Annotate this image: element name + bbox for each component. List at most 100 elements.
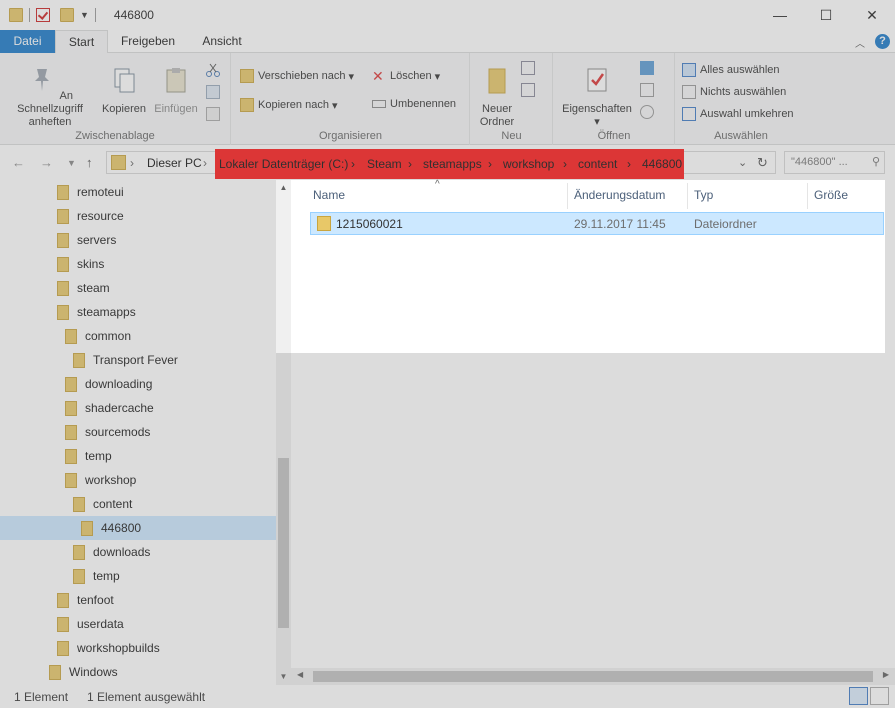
invert-selection-button[interactable]: Auswahl umkehren — [682, 107, 794, 121]
sort-arrow-icon: ^ — [435, 179, 440, 190]
copy-path-icon[interactable] — [206, 85, 220, 99]
column-size[interactable]: Größe — [814, 188, 848, 202]
tree-item[interactable]: Windows — [49, 660, 118, 684]
hscroll-thumb[interactable] — [313, 671, 873, 682]
paste-button[interactable]: Einfügen — [150, 65, 202, 116]
tree-item[interactable]: steamapps — [57, 300, 136, 324]
copy-button[interactable]: Kopieren — [98, 65, 150, 116]
crumb-content[interactable]: content — [578, 157, 617, 171]
address-dropdown-icon[interactable]: ⌄ — [738, 156, 747, 169]
forward-arrow-icon[interactable]: → — [40, 155, 53, 170]
tree-item[interactable]: common — [65, 324, 131, 348]
tree-item[interactable]: shadercache — [65, 396, 154, 420]
copy-to-button[interactable]: Kopieren nach ▾ — [240, 98, 338, 112]
minimize-button[interactable]: — — [757, 0, 803, 30]
help-icon[interactable]: ? — [875, 34, 890, 49]
tree-item[interactable]: userdata — [57, 612, 124, 636]
invert-selection-icon — [682, 107, 696, 121]
tree-item-label: remoteui — [77, 185, 124, 199]
crumb-446800[interactable]: 446800 — [642, 157, 682, 171]
refresh-icon[interactable]: ↻ — [757, 155, 768, 171]
edit-icon[interactable] — [640, 83, 654, 97]
tree-item[interactable]: downloads — [73, 540, 150, 564]
tree-item[interactable]: servers — [57, 228, 116, 252]
nav-scrollbar[interactable]: ▲ ▼ — [276, 180, 291, 685]
crumb-workshop[interactable]: workshop — [503, 157, 554, 171]
delete-button[interactable]: ✕ Löschen ▾ — [372, 69, 440, 83]
crumb-steamapps[interactable]: steamapps — [423, 157, 482, 171]
new-folder-quick-icon[interactable] — [60, 8, 74, 22]
paste-shortcut-icon[interactable] — [206, 107, 220, 121]
tree-item-label: temp — [93, 569, 120, 583]
maximize-button[interactable]: ☐ — [803, 0, 849, 30]
close-button[interactable]: ✕ — [849, 0, 895, 30]
scroll-left-icon[interactable]: ◀ — [297, 670, 303, 679]
tab-datei[interactable]: Datei — [0, 30, 55, 53]
folder-icon — [9, 8, 23, 22]
status-bar: 1 Element 1 Element ausgewählt — [0, 685, 895, 708]
tree-item[interactable]: workshop — [65, 468, 136, 492]
tree-item[interactable]: temp — [73, 564, 120, 588]
select-all-button[interactable]: Alles auswählen — [682, 63, 780, 77]
tree-item[interactable]: steam — [57, 276, 110, 300]
tree-item-label: Windows — [69, 665, 118, 679]
up-arrow-icon[interactable]: ↑ — [86, 155, 93, 170]
new-folder-icon — [488, 68, 506, 94]
large-icons-view-icon[interactable] — [870, 687, 889, 705]
easy-access-icon[interactable] — [521, 83, 535, 97]
properties-button[interactable]: Eigenschaften ▾ — [556, 65, 638, 129]
delete-icon: ✕ — [372, 68, 384, 84]
folder-icon — [57, 256, 69, 272]
new-folder-button[interactable]: Neuer Ordner — [473, 65, 521, 129]
chevron-down-icon[interactable]: ▼ — [80, 10, 89, 20]
file-list: ^ Name Änderungsdatum Typ Größe 12150600… — [291, 179, 895, 685]
tree-item[interactable]: Transport Fever — [73, 348, 178, 372]
pin-quick-access-button[interactable]: An Schnellzugriff anheften — [4, 65, 96, 129]
scroll-down-icon[interactable]: ▼ — [276, 672, 291, 681]
tab-ansicht[interactable]: Ansicht — [188, 30, 256, 53]
rename-button[interactable]: Umbenennen — [372, 98, 456, 110]
rename-icon — [372, 100, 386, 108]
new-item-icon[interactable] — [521, 61, 535, 75]
tree-item[interactable]: sourcemods — [65, 420, 150, 444]
crumb-dieser-pc[interactable]: Dieser PC — [147, 156, 202, 170]
tab-freigeben[interactable]: Freigeben — [112, 30, 184, 53]
tree-item[interactable]: 446800 — [0, 516, 276, 540]
column-type[interactable]: Typ — [694, 188, 713, 202]
content-scrollbar[interactable]: ◀ ▶ — [291, 668, 895, 685]
item-count: 1 Element — [14, 690, 69, 704]
history-icon[interactable] — [640, 105, 654, 119]
tree-item[interactable]: downloading — [65, 372, 152, 396]
details-view-icon[interactable] — [849, 687, 868, 705]
crumb-steam[interactable]: Steam — [367, 157, 402, 171]
ribbon-tabs: Datei Start Freigeben Ansicht ︿ ? — [0, 30, 895, 54]
tab-start[interactable]: Start — [55, 30, 108, 54]
select-none-button[interactable]: Nichts auswählen — [682, 85, 786, 99]
file-row[interactable]: 1215060021 29.11.2017 11:45 Dateiordner — [310, 212, 884, 235]
cut-icon[interactable] — [206, 63, 220, 77]
tree-item[interactable]: remoteui — [57, 180, 124, 204]
column-date[interactable]: Änderungsdatum — [574, 188, 665, 202]
tree-item-label: 446800 — [101, 521, 142, 535]
scroll-up-icon[interactable]: ▲ — [276, 183, 291, 192]
tree-item[interactable]: tenfoot — [57, 588, 114, 612]
properties-quick-icon[interactable] — [36, 8, 50, 22]
collapse-ribbon-icon[interactable]: ︿ — [855, 35, 865, 50]
scroll-right-icon[interactable]: ▶ — [883, 670, 889, 679]
tree-item[interactable]: content — [73, 492, 132, 516]
tree-item[interactable]: resource — [57, 204, 124, 228]
copy-folder-icon — [240, 98, 254, 112]
tree-item[interactable]: skins — [57, 252, 104, 276]
scroll-thumb[interactable] — [278, 458, 289, 628]
tree-item[interactable]: workshopbuilds — [57, 636, 160, 660]
move-to-button[interactable]: Verschieben nach ▾ — [240, 69, 354, 83]
back-arrow-icon[interactable]: ← — [12, 155, 25, 170]
search-input[interactable]: "446800" ... ⚲ — [784, 151, 885, 174]
select-all-icon — [682, 63, 696, 77]
open-icon[interactable] — [640, 61, 654, 75]
tree-item[interactable]: temp — [65, 444, 112, 468]
crumb-lokaler-datentraeger[interactable]: Lokaler Datenträger (C:) — [219, 157, 348, 171]
recent-chevron-icon[interactable]: ▼ — [67, 158, 76, 168]
folder-icon — [65, 424, 77, 440]
column-name[interactable]: Name — [313, 188, 345, 202]
